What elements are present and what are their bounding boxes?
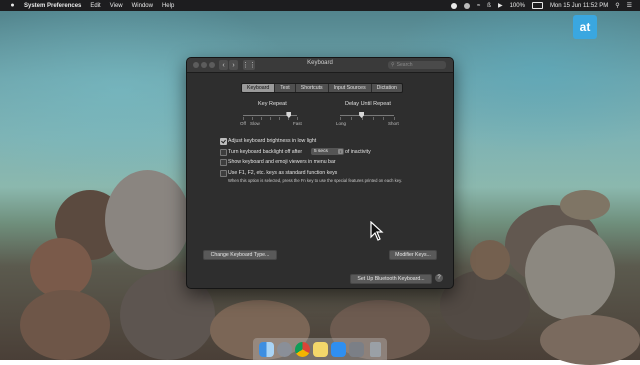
rock — [540, 315, 640, 365]
wifi-icon[interactable]: ≈ — [477, 3, 480, 9]
search-icon[interactable]: ⚲ — [615, 2, 619, 9]
title-bar: ‹ › ⋮⋮ Keyboard ⚲ Search — [187, 58, 453, 73]
search-field[interactable]: ⚲ Search — [388, 61, 446, 69]
tab-input-sources[interactable]: Input Sources — [329, 84, 372, 92]
brightness-checkbox[interactable] — [220, 138, 227, 145]
tick — [270, 117, 271, 120]
tab-dictation[interactable]: Dictation — [372, 84, 402, 92]
rock — [470, 240, 510, 280]
finder-icon[interactable] — [259, 342, 274, 357]
trash-icon[interactable] — [370, 342, 381, 357]
function-keys-note: When this option is selected, press the … — [228, 178, 403, 183]
key-repeat-off-label: Off — [240, 121, 246, 126]
rock — [525, 225, 615, 320]
change-keyboard-type-button[interactable]: Change Keyboard Type... — [203, 250, 277, 260]
tick — [351, 117, 352, 120]
function-keys-option-label: Use F1, F2, etc. keys as standard functi… — [228, 170, 338, 176]
tick — [340, 117, 341, 120]
mouse-cursor-icon — [370, 221, 384, 241]
backlight-timeout-value: 5 secs — [314, 149, 328, 154]
brightness-option-label: Adjust keyboard brightness in low light — [228, 138, 317, 144]
tab-shortcuts[interactable]: Shortcuts — [296, 84, 329, 92]
tick — [394, 117, 395, 120]
tick — [243, 117, 244, 120]
backlight-timeout-select[interactable]: 5 secs ↕ — [311, 148, 344, 155]
search-placeholder: Search — [396, 62, 413, 68]
chrome-icon[interactable] — [295, 342, 310, 357]
battery-percent: 100% — [509, 2, 525, 9]
tab-bar: Keyboard Text Shortcuts Input Sources Di… — [241, 83, 403, 93]
tick — [373, 117, 374, 120]
app-store-icon[interactable] — [331, 342, 346, 357]
key-repeat-fast-label: Fast — [293, 121, 302, 126]
tick — [252, 117, 253, 120]
tick — [383, 117, 384, 120]
delay-short-label: Short — [388, 121, 399, 126]
menu-item-help[interactable]: Help — [162, 3, 174, 9]
key-repeat-label: Key Repeat — [258, 101, 287, 107]
clock[interactable]: Mon 15 Jun 11:52 PM — [550, 3, 608, 9]
menu-item-edit[interactable]: Edit — [90, 3, 100, 9]
help-button[interactable]: ? — [435, 274, 443, 282]
tick — [297, 117, 298, 120]
rock — [105, 170, 190, 270]
battery-icon[interactable] — [531, 2, 543, 9]
keyboard-preferences-window: ‹ › ⋮⋮ Keyboard ⚲ Search Keyboard Text S… — [186, 57, 454, 289]
chevron-down-icon: ↕ — [338, 149, 343, 154]
delay-until-repeat-label: Delay Until Repeat — [345, 101, 391, 107]
delay-until-repeat-slider-thumb[interactable] — [359, 112, 365, 118]
record-icon[interactable] — [450, 2, 457, 9]
backlight-off-checkbox[interactable] — [220, 149, 227, 156]
menu-app-name[interactable]: System Preferences — [24, 3, 81, 9]
tick — [261, 117, 262, 120]
delay-until-repeat-track — [340, 115, 394, 116]
menu-item-view[interactable]: View — [110, 3, 123, 9]
backlight-off-suffix: of inactivity — [345, 149, 371, 155]
menu-extras: ≈ ß ▶ 100% Mon 15 Jun 11:52 PM ⚲ ☰ — [444, 0, 632, 11]
notes-icon[interactable] — [313, 342, 328, 357]
key-repeat-slow-label: Slow — [250, 121, 260, 126]
notification-center-icon[interactable]: ☰ — [627, 2, 632, 9]
system-preferences-icon[interactable] — [349, 342, 364, 357]
rock — [20, 290, 110, 360]
volume-icon[interactable]: ▶ — [498, 2, 503, 9]
site-logo: at — [573, 15, 597, 39]
bluetooth-keyboard-button[interactable]: Set Up Bluetooth Keyboard... — [350, 274, 432, 284]
tab-text[interactable]: Text — [275, 84, 296, 92]
viewers-checkbox[interactable] — [220, 159, 227, 166]
viewers-option-label: Show keyboard and emoji viewers in menu … — [228, 159, 336, 165]
backlight-off-label: Turn keyboard backlight off after — [228, 149, 303, 155]
rock — [560, 190, 610, 220]
bluetooth-icon[interactable]: ß — [487, 3, 491, 9]
status-icon[interactable] — [463, 2, 470, 9]
launchpad-icon[interactable] — [277, 342, 292, 357]
delay-long-label: Long — [336, 121, 347, 126]
tick — [362, 117, 363, 120]
apple-menu-icon[interactable]: ● — [9, 2, 16, 9]
modifier-keys-button[interactable]: Modifier Keys... — [389, 250, 437, 260]
rock — [30, 238, 92, 298]
search-icon: ⚲ — [391, 62, 395, 68]
menu-item-window[interactable]: Window — [132, 3, 153, 9]
function-keys-checkbox[interactable] — [220, 170, 227, 177]
tab-keyboard[interactable]: Keyboard — [242, 84, 276, 92]
menu-bar: ● System Preferences Edit View Window He… — [0, 0, 640, 11]
tick — [279, 117, 280, 120]
